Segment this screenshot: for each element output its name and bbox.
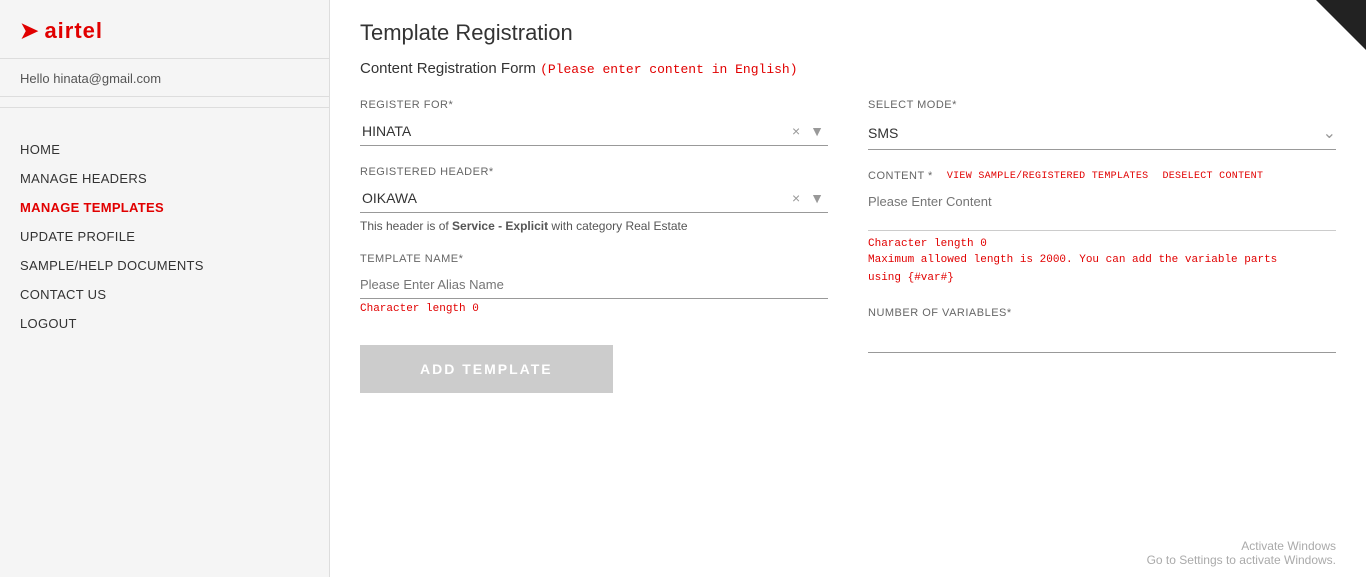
registered-header-value: OIKAWA: [360, 190, 786, 206]
sidebar-divider: [0, 107, 329, 108]
activate-windows-line2: Go to Settings to activate Windows.: [1147, 553, 1336, 567]
header-note-suffix: with category Real Estate: [548, 219, 687, 233]
hello-email: hinata@gmail.com: [53, 71, 161, 86]
logo: ➤ airtel: [20, 18, 309, 44]
airtel-logo-icon: ➤: [20, 18, 38, 44]
number-of-variables-label: NUMBER OF VARIABLES*: [868, 307, 1336, 319]
sidebar: ➤ airtel Hello hinata@gmail.com HOME MAN…: [0, 0, 330, 577]
sidebar-item-sample-help[interactable]: SAMPLE/HELP DOCUMENTS: [20, 258, 329, 273]
registered-header-arrow-icon[interactable]: ▼: [806, 190, 828, 206]
content-label: CONTENT *: [868, 170, 933, 182]
content-textarea[interactable]: [868, 188, 1336, 231]
logo-area: ➤ airtel: [0, 0, 329, 59]
main-content: Template Registration Content Registrati…: [330, 0, 1366, 577]
nav-menu: HOME MANAGE HEADERS MANAGE TEMPLATES UPD…: [0, 124, 329, 331]
activate-windows: Activate Windows Go to Settings to activ…: [1147, 539, 1336, 567]
registered-header-select[interactable]: OIKAWA × ▼: [360, 184, 828, 213]
register-for-arrow-icon[interactable]: ▼: [806, 123, 828, 139]
header-note-prefix: This header is of: [360, 219, 452, 233]
add-template-section: ADD TEMPLATE: [360, 335, 828, 393]
template-name-char-count: Character length 0: [360, 303, 828, 315]
select-mode-value: SMS: [868, 125, 1323, 141]
content-char-count: Character length 0: [868, 238, 1336, 250]
template-name-input[interactable]: [360, 271, 828, 299]
airtel-logo-brand: airtel: [44, 18, 103, 44]
form-subtitle: Content Registration Form (Please enter …: [360, 60, 1336, 77]
right-column: SELECT MODE* SMS ⌄ CONTENT * VIEW SAMPLE…: [868, 99, 1336, 413]
content-limit-note: Maximum allowed length is 2000. You can …: [868, 252, 1336, 287]
header-note: This header is of Service - Explicit wit…: [360, 219, 828, 233]
subtitle-note: (Please enter content in English): [540, 62, 797, 77]
sidebar-item-update-profile[interactable]: UPDATE PROFILE: [20, 229, 329, 244]
register-for-value: HINATA: [360, 123, 786, 139]
sidebar-item-home[interactable]: HOME: [20, 142, 329, 157]
activate-windows-line1: Activate Windows: [1147, 539, 1336, 553]
view-sample-link[interactable]: VIEW SAMPLE/REGISTERED TEMPLATES: [947, 171, 1149, 182]
registered-header-clear-icon[interactable]: ×: [786, 190, 806, 206]
sidebar-item-logout[interactable]: LOGOUT: [20, 316, 329, 331]
content-section: CONTENT * VIEW SAMPLE/REGISTERED TEMPLAT…: [868, 170, 1336, 287]
select-mode-arrow-icon[interactable]: ⌄: [1323, 123, 1336, 143]
subtitle-text: Content Registration Form: [360, 60, 536, 77]
sidebar-item-manage-templates[interactable]: MANAGE TEMPLATES: [20, 200, 329, 215]
content-limit-line1: Maximum allowed length is 2000. You can …: [868, 254, 1277, 266]
content-limit-line2: using {#var#}: [868, 272, 954, 284]
deselect-content-link[interactable]: DESELECT CONTENT: [1162, 171, 1263, 182]
hello-area: Hello hinata@gmail.com: [0, 59, 329, 97]
template-name-label: TEMPLATE NAME*: [360, 253, 828, 265]
register-for-section: REGISTER FOR* HINATA × ▼: [360, 99, 828, 146]
header-note-type: Service - Explicit: [452, 219, 548, 233]
page-title: Template Registration: [360, 20, 1336, 46]
register-for-clear-icon[interactable]: ×: [786, 123, 806, 139]
register-for-label: REGISTER FOR*: [360, 99, 828, 111]
register-for-select[interactable]: HINATA × ▼: [360, 117, 828, 146]
template-name-section: TEMPLATE NAME* Character length 0: [360, 253, 828, 315]
add-template-button[interactable]: ADD TEMPLATE: [360, 345, 613, 393]
registered-header-label: REGISTERED HEADER*: [360, 166, 828, 178]
select-mode-label: SELECT MODE*: [868, 99, 1336, 111]
select-mode-select[interactable]: SMS ⌄: [868, 117, 1336, 150]
select-mode-section: SELECT MODE* SMS ⌄: [868, 99, 1336, 150]
registered-header-section: REGISTERED HEADER* OIKAWA × ▼ This heade…: [360, 166, 828, 233]
sidebar-item-manage-headers[interactable]: MANAGE HEADERS: [20, 171, 329, 186]
left-column: REGISTER FOR* HINATA × ▼ REGISTERED HEAD…: [360, 99, 828, 413]
sidebar-item-contact-us[interactable]: CONTACT US: [20, 287, 329, 302]
number-of-variables-section: NUMBER OF VARIABLES*: [868, 307, 1336, 353]
form-grid: REGISTER FOR* HINATA × ▼ REGISTERED HEAD…: [360, 99, 1336, 413]
number-of-variables-input[interactable]: [868, 325, 1336, 353]
hello-greeting: Hello: [20, 71, 50, 86]
content-header-row: CONTENT * VIEW SAMPLE/REGISTERED TEMPLAT…: [868, 170, 1336, 182]
